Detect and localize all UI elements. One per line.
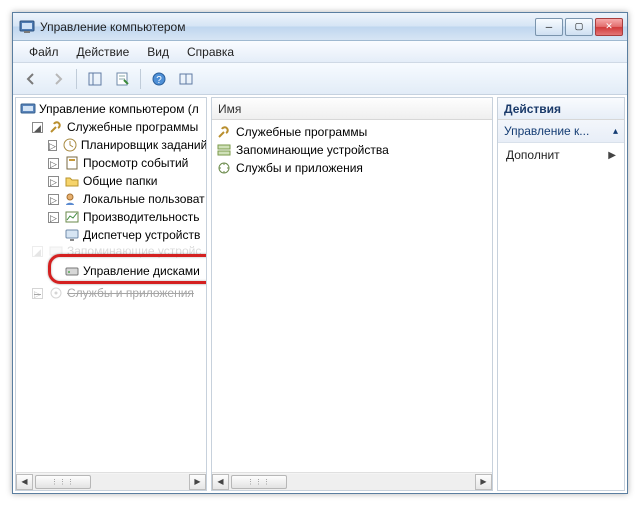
computer-mgmt-icon — [20, 101, 36, 117]
expander-icon[interactable]: ▷ — [48, 140, 57, 151]
menu-view[interactable]: Вид — [139, 43, 177, 61]
services-icon — [48, 285, 64, 301]
actions-body: Управление к... ▴ Дополнит ▶ — [498, 120, 624, 490]
clock-icon — [62, 137, 78, 153]
result-list[interactable]: Служебные программы Запоминающие устройс… — [212, 120, 492, 472]
scroll-left-icon[interactable]: ◀ — [16, 474, 33, 490]
tree-device-manager[interactable]: Диспетчер устройств — [18, 226, 206, 244]
menubar: Файл Действие Вид Справка — [13, 41, 627, 63]
expander-icon[interactable]: ▷ — [48, 158, 59, 169]
scroll-right-icon[interactable]: ▶ — [475, 474, 492, 490]
expander-icon[interactable]: ◢ — [32, 122, 43, 133]
tree-services-apps[interactable]: ▷ Службы и приложения — [18, 284, 206, 302]
tools-icon — [48, 119, 64, 135]
list-panel: Имя Служебные программы Запоминающие уст… — [211, 97, 493, 491]
menu-help[interactable]: Справка — [179, 43, 242, 61]
list-item[interactable]: Запоминающие устройства — [216, 141, 488, 159]
storage-icon — [216, 142, 232, 158]
tree-storage[interactable]: ◢ Запоминающие устройс — [18, 244, 206, 258]
toolbar-extra-button[interactable] — [174, 67, 198, 91]
app-window: Управление компьютером ─ ▢ ✕ Файл Действ… — [12, 12, 628, 494]
action-more[interactable]: Дополнит ▶ — [498, 143, 624, 167]
expander-icon[interactable]: ▷ — [48, 194, 59, 205]
app-icon — [19, 19, 35, 35]
list-item[interactable]: Службы и приложения — [216, 159, 488, 177]
expander-icon[interactable]: ▷ — [32, 288, 43, 299]
minimize-button[interactable]: ─ — [535, 18, 563, 36]
folder-icon — [64, 173, 80, 189]
tree-system-tools[interactable]: ◢ Служебные программы — [18, 118, 206, 136]
window-title: Управление компьютером — [40, 20, 530, 34]
event-icon — [64, 155, 80, 171]
users-icon — [64, 191, 80, 207]
tree-task-scheduler[interactable]: ▷ Планировщик заданий — [18, 136, 206, 154]
disk-icon — [64, 263, 80, 279]
services-icon — [216, 160, 232, 176]
svg-text:?: ? — [156, 75, 162, 86]
forward-button[interactable] — [46, 67, 70, 91]
expander-icon[interactable]: ▷ — [48, 212, 59, 223]
window-controls: ─ ▢ ✕ — [535, 18, 623, 36]
close-button[interactable]: ✕ — [595, 18, 623, 36]
menu-action[interactable]: Действие — [69, 43, 138, 61]
expander-icon[interactable]: ▷ — [48, 176, 59, 187]
expander-icon[interactable]: ◢ — [32, 246, 43, 257]
properties-button[interactable] — [110, 67, 134, 91]
scroll-thumb[interactable]: ⋮⋮⋮ — [231, 475, 287, 489]
maximize-button[interactable]: ▢ — [565, 18, 593, 36]
list-hscrollbar[interactable]: ◀ ⋮⋮⋮ ▶ — [212, 472, 492, 490]
back-button[interactable] — [19, 67, 43, 91]
tree-local-users[interactable]: ▷ Локальные пользоват — [18, 190, 206, 208]
actions-panel: Действия Управление к... ▴ Дополнит ▶ — [497, 97, 625, 491]
scroll-thumb[interactable]: ⋮⋮⋮ — [35, 475, 91, 489]
toolbar: ? — [13, 63, 627, 95]
console-tree[interactable]: Управление компьютером (л ◢ Служебные пр… — [16, 98, 206, 472]
tree-shared-folders[interactable]: ▷ Общие папки — [18, 172, 206, 190]
collapse-icon[interactable]: ▴ — [613, 126, 618, 137]
tree-hscrollbar[interactable]: ◀ ⋮⋮⋮ ▶ — [16, 472, 206, 490]
tree-performance[interactable]: ▷ Производительность — [18, 208, 206, 226]
menu-file[interactable]: Файл — [21, 43, 67, 61]
show-hide-tree-button[interactable] — [83, 67, 107, 91]
performance-icon — [64, 209, 80, 225]
client-area: Управление компьютером (л ◢ Служебные пр… — [13, 95, 627, 493]
toolbar-separator — [140, 69, 141, 89]
tree-disk-management[interactable]: Управление дисками — [18, 262, 206, 280]
titlebar: Управление компьютером ─ ▢ ✕ — [13, 13, 627, 41]
tools-icon — [216, 124, 232, 140]
actions-group-title[interactable]: Управление к... ▴ — [498, 120, 624, 143]
tree-panel: Управление компьютером (л ◢ Служебные пр… — [15, 97, 207, 491]
toolbar-separator — [76, 69, 77, 89]
list-item[interactable]: Служебные программы — [216, 123, 488, 141]
storage-icon — [48, 244, 64, 258]
chevron-right-icon: ▶ — [608, 150, 616, 161]
column-header-name[interactable]: Имя — [212, 98, 492, 120]
tree-event-viewer[interactable]: ▷ Просмотр событий — [18, 154, 206, 172]
device-icon — [64, 227, 80, 243]
scroll-right-icon[interactable]: ▶ — [189, 474, 206, 490]
actions-header: Действия — [498, 98, 624, 120]
tree-root[interactable]: Управление компьютером (л — [18, 100, 206, 118]
scroll-left-icon[interactable]: ◀ — [212, 474, 229, 490]
help-button[interactable]: ? — [147, 67, 171, 91]
